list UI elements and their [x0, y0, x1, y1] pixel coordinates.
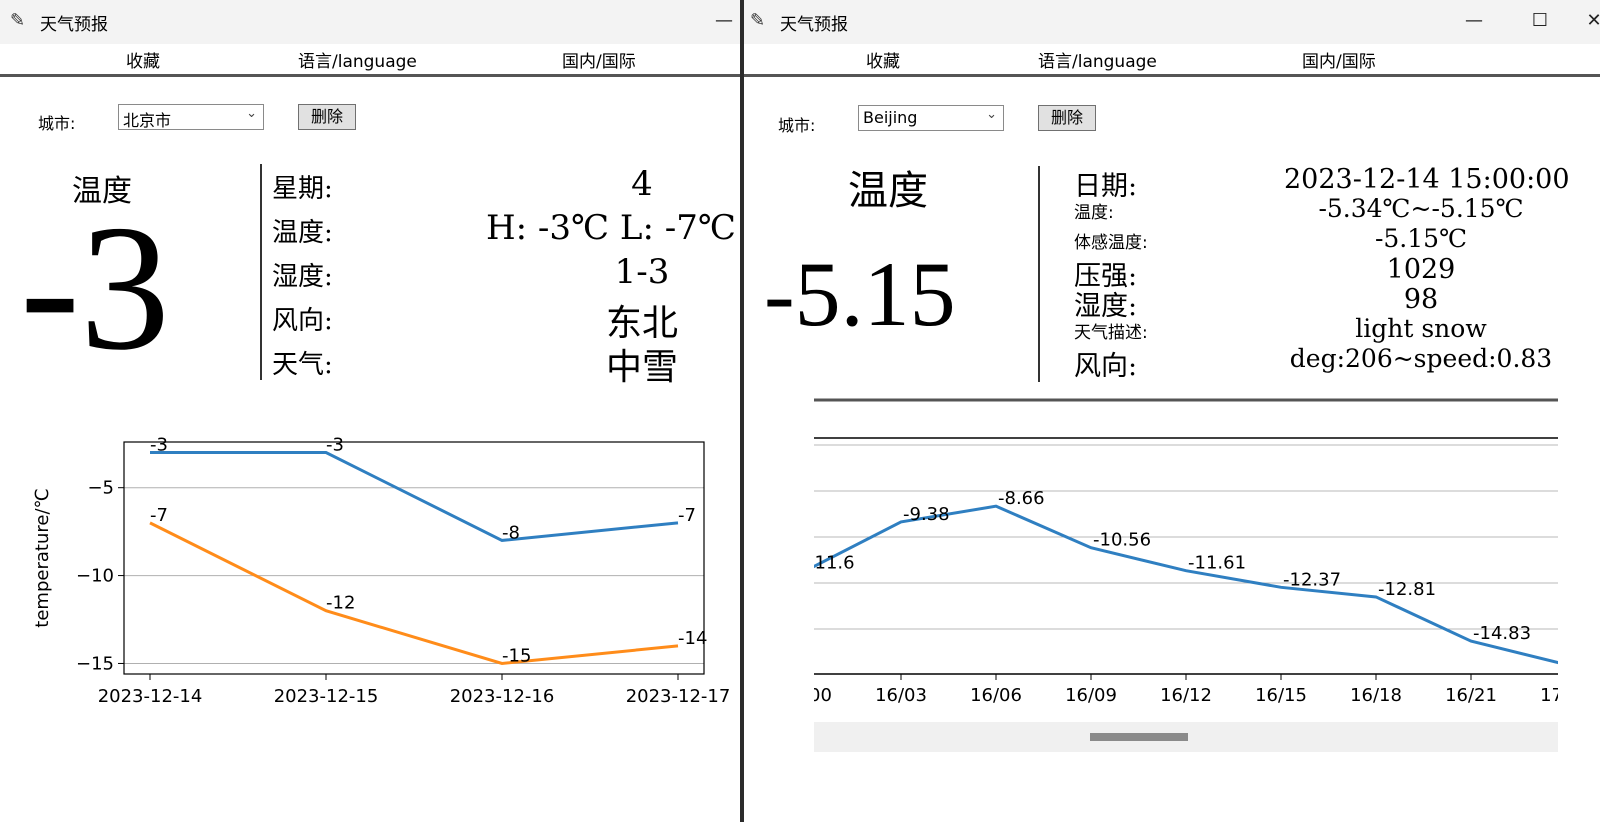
- x-tick-label: 2023-12-17: [626, 686, 731, 707]
- data-label: -3: [150, 435, 168, 456]
- menu-language[interactable]: 语言/language: [1038, 47, 1157, 72]
- data-label: -8.66: [998, 488, 1045, 509]
- info-value: light snow: [1355, 314, 1487, 343]
- hourly-temperature-chart: 16/00 16/03 16/06 16/09 16/12 16/15 16/18 16/21…: [780, 398, 1592, 706]
- window-title: 天气预报: [40, 15, 108, 35]
- y-tick-label: −5: [87, 478, 114, 499]
- close-icon[interactable]: ✕: [1574, 6, 1600, 36]
- data-label: -3: [326, 435, 344, 456]
- info-key: 风向:: [272, 306, 333, 336]
- x-tick-label: 16/21: [1445, 685, 1497, 706]
- plot-frame: [123, 441, 705, 675]
- data-label: -7: [678, 505, 696, 526]
- series-line: [149, 521, 679, 665]
- info-value: 中雪: [605, 347, 678, 388]
- y-axis-label: temperature/℃: [32, 488, 53, 627]
- info-value: H: -3℃ L: -7℃: [486, 208, 736, 248]
- info-key: 天气:: [272, 350, 333, 380]
- chart-scrollbar[interactable]: [814, 722, 1558, 752]
- data-label: -14: [678, 628, 707, 649]
- daily-temperature-chart: −5 −10 −15 2023-12-14 2023-12-15 2023-12-16 20…: [32, 435, 731, 707]
- title-bar[interactable]: ✎ 天气预报 — ☐ ✕: [744, 0, 1600, 44]
- feather-icon: ✎: [10, 10, 26, 31]
- data-label: -15: [502, 645, 531, 666]
- data-label: -12: [326, 593, 355, 614]
- city-select[interactable]: Beijing ⌄: [858, 105, 1004, 131]
- city-select[interactable]: 北京市 ⌄: [118, 104, 264, 130]
- x-tick-label: 16/09: [1065, 685, 1117, 706]
- info-value: -5.15℃: [1374, 224, 1468, 253]
- data-label: -14.83: [1473, 623, 1531, 644]
- city-select-value: Beijing: [863, 108, 918, 127]
- menu-bar: 收藏 语言/language 国内/国际: [0, 44, 740, 77]
- chevron-down-icon[interactable]: ⌄: [246, 106, 257, 121]
- x-tick-label: 16/12: [1160, 685, 1212, 706]
- x-tick-label: 2023-12-15: [274, 686, 379, 707]
- temperature-title: 温度: [848, 168, 928, 213]
- data-label: -12.37: [1283, 569, 1341, 590]
- info-key: 天气描述:: [1074, 323, 1148, 343]
- y-tick-label: −15: [76, 653, 114, 674]
- x-tick-label: 2023-12-14: [98, 686, 203, 707]
- title-bar[interactable]: ✎ 天气预报 —: [0, 0, 740, 44]
- data-label: -7: [150, 505, 168, 526]
- weather-window-left: ✎ 天气预报 — 收藏 语言/language 国内/国际 城市: 北京市 ⌄ …: [0, 0, 740, 822]
- menu-language[interactable]: 语言/language: [298, 47, 417, 72]
- minimize-icon[interactable]: —: [704, 6, 740, 36]
- menu-favorites[interactable]: 收藏: [126, 47, 160, 72]
- minimize-icon[interactable]: —: [1454, 6, 1494, 36]
- info-value: 98: [1403, 284, 1439, 315]
- info-value: 1029: [1386, 254, 1456, 285]
- delete-button[interactable]: 删除: [298, 104, 356, 130]
- data-label: -12.81: [1378, 579, 1436, 600]
- x-tick-label: 17/00: [1540, 685, 1592, 706]
- city-select-value: 北京市: [123, 111, 172, 130]
- y-tick-label: −10: [76, 566, 114, 587]
- weather-window-right: ✎ 天气预报 — ☐ ✕ 收藏 语言/language 国内/国际 城市: Be…: [744, 0, 1600, 822]
- info-separator: [260, 164, 262, 380]
- menu-favorites[interactable]: 收藏: [866, 47, 900, 72]
- info-value: 4: [631, 164, 653, 204]
- data-label: -8: [502, 522, 520, 543]
- info-value: deg:206~speed:0.83: [1289, 344, 1553, 373]
- x-tick-label: 16/18: [1350, 685, 1402, 706]
- feather-icon: ✎: [750, 10, 766, 31]
- data-label: -9.38: [903, 504, 950, 525]
- data-label: -11.61: [1188, 553, 1246, 574]
- data-label: -11.6: [808, 552, 855, 573]
- series-line: [150, 451, 679, 542]
- scrollbar-thumb[interactable]: [1090, 733, 1188, 741]
- x-tick-label: 16/03: [875, 685, 927, 706]
- data-label: -10.56: [1093, 530, 1151, 551]
- city-label: 城市:: [38, 114, 76, 133]
- info-value: 1-3: [614, 252, 670, 292]
- delete-button[interactable]: 删除: [1038, 105, 1096, 131]
- current-temperature: -3: [20, 188, 170, 387]
- maximize-icon[interactable]: ☐: [1520, 6, 1560, 36]
- info-value: 2023-12-14 15:00:00: [1284, 164, 1570, 195]
- x-tick-label: 2023-12-16: [450, 686, 555, 707]
- info-separator: [1038, 166, 1040, 382]
- city-label: 城市:: [778, 116, 816, 135]
- x-tick-label: 16/06: [970, 685, 1022, 706]
- info-key: 温度:: [272, 218, 333, 248]
- info-key: 风向:: [1074, 351, 1138, 382]
- chevron-down-icon[interactable]: ⌄: [986, 107, 997, 122]
- menu-bar: 收藏 语言/language 国内/国际: [744, 44, 1600, 77]
- current-temperature: -5.15: [764, 243, 956, 345]
- x-tick-label: 16/00: [780, 685, 832, 706]
- series-line: [814, 504, 1558, 665]
- info-key: 体感温度:: [1074, 233, 1148, 253]
- info-key: 星期:: [272, 174, 333, 204]
- info-key: 湿度:: [272, 262, 333, 292]
- menu-domestic-international[interactable]: 国内/国际: [562, 47, 636, 72]
- menu-domestic-international[interactable]: 国内/国际: [1302, 47, 1376, 72]
- x-tick-label: 16/15: [1255, 685, 1307, 706]
- window-title: 天气预报: [780, 15, 848, 35]
- info-value: -5.34℃~-5.15℃: [1318, 194, 1524, 223]
- info-key: 温度:: [1074, 203, 1114, 223]
